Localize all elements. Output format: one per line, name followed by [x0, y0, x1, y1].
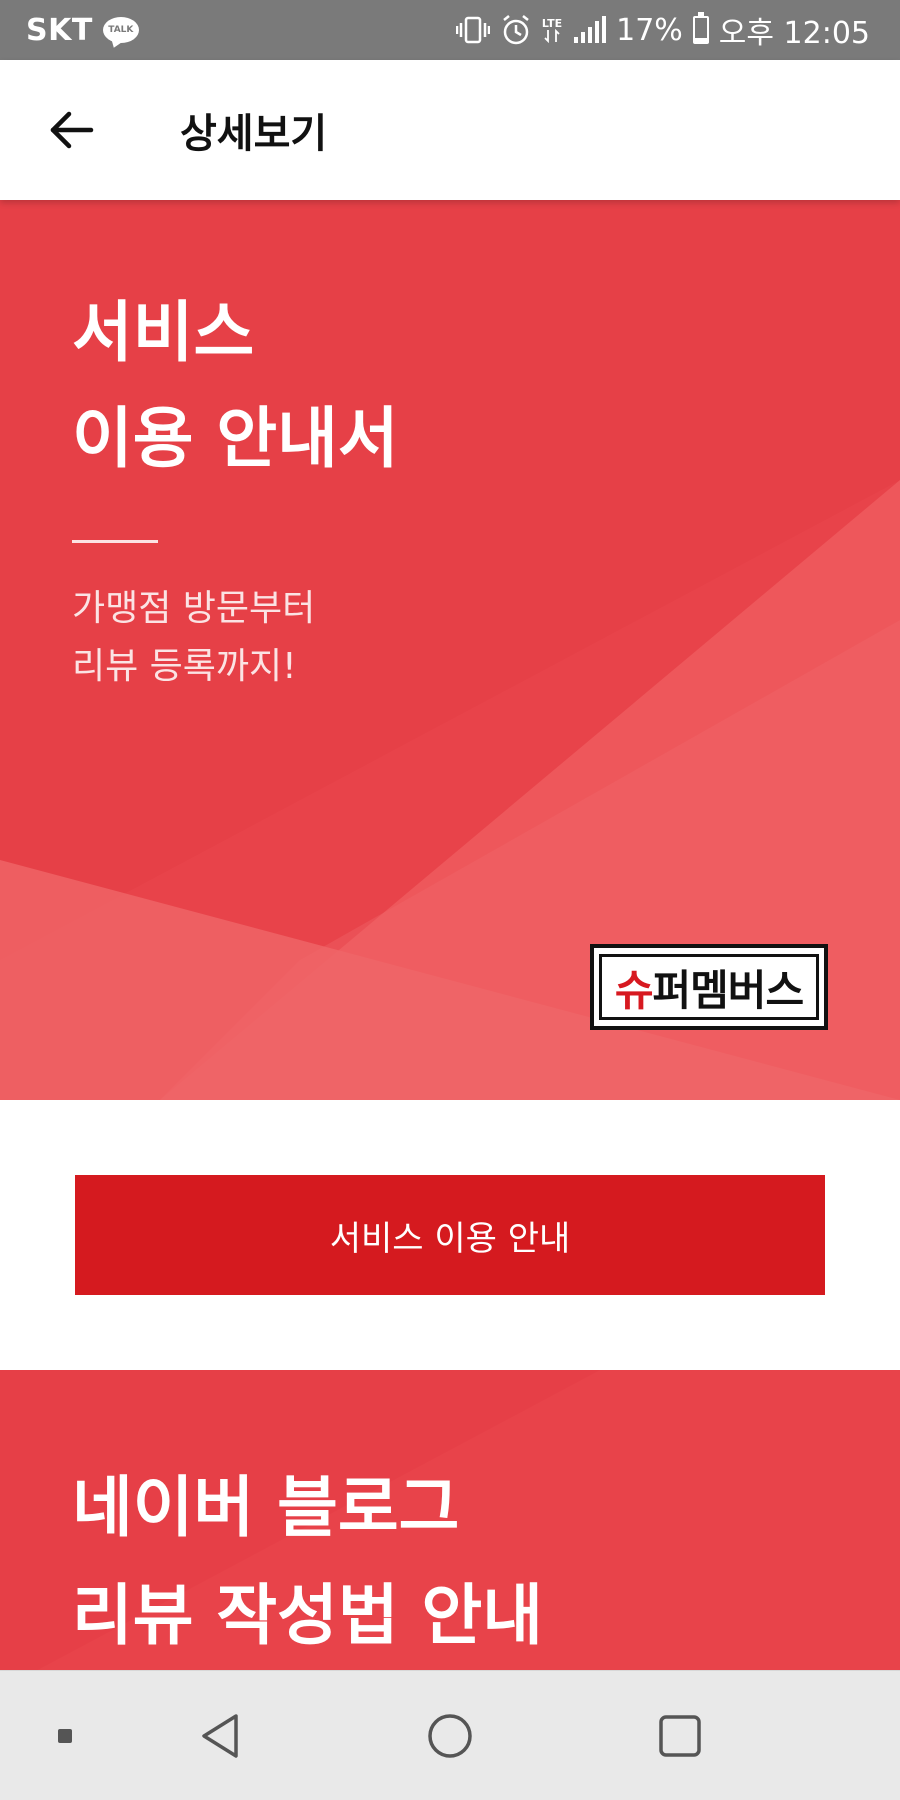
app-bar: 상세보기 — [0, 60, 900, 200]
banner-title-line-2: 이용 안내서 — [72, 400, 399, 477]
carrier-label: SKT — [26, 12, 93, 48]
vibrate-icon — [455, 15, 490, 45]
nav-recents-button[interactable] — [630, 1671, 730, 1800]
alarm-icon — [500, 14, 532, 46]
cta-area: 서비스 이용 안내 — [0, 1100, 900, 1370]
system-navigation-bar — [0, 1670, 900, 1800]
logo-rest-letters: 퍼멤버스 — [652, 965, 805, 1015]
battery-level-fill — [694, 37, 707, 42]
signal-icon — [572, 15, 607, 45]
blog-review-title: 네이버 블로그 리뷰 작성법 안내 — [72, 1454, 543, 1670]
logo-accent-letter: 슈 — [614, 965, 654, 1015]
kakaotalk-icon: TALK — [102, 17, 139, 43]
service-guide-button[interactable]: 서비스 이용 안내 — [75, 1175, 825, 1295]
banner-title: 서비스 이용 안내서 — [72, 280, 399, 492]
banner-subtitle-line-2: 리뷰 등록까지! — [72, 646, 297, 687]
recents-square-icon — [659, 1715, 701, 1757]
battery-icon — [692, 12, 709, 44]
back-triangle-icon — [202, 1714, 238, 1758]
logo-wordmark: 슈 퍼멤버스 — [599, 954, 819, 1020]
battery-outline — [692, 12, 709, 44]
menu-dot-icon — [58, 1729, 72, 1743]
status-bar: SKT TALK LTE 17% 오후 12:05 — [0, 0, 900, 60]
home-circle-icon — [428, 1714, 472, 1758]
talk-badge-label: TALK — [108, 25, 134, 35]
detail-content[interactable]: 서비스 이용 안내서 가맹점 방문부터 리뷰 등록까지! 슈 퍼멤버스 서비스 이… — [0, 200, 900, 1670]
status-right: LTE 17% 오후 12:05 — [455, 8, 870, 52]
battery-percent: 17% — [616, 12, 683, 48]
banner-title-line-1: 서비스 — [72, 294, 255, 371]
arrow-left-icon — [50, 111, 94, 149]
status-time: 오후 12:05 — [718, 16, 870, 51]
nav-home-button[interactable] — [400, 1671, 500, 1800]
blog-review-title-line-1: 네이버 블로그 — [72, 1469, 460, 1546]
menu-dot-button[interactable] — [30, 1671, 100, 1800]
back-button[interactable] — [26, 85, 116, 175]
page-title: 상세보기 — [180, 111, 328, 157]
blog-review-banner: 네이버 블로그 리뷰 작성법 안내 — [0, 1370, 900, 1670]
lte-icon: LTE — [542, 18, 562, 43]
lte-label: LTE — [541, 16, 563, 30]
banner-divider — [72, 540, 158, 543]
nav-back-button[interactable] — [170, 1671, 270, 1800]
service-guide-banner: 서비스 이용 안내서 가맹점 방문부터 리뷰 등록까지! 슈 퍼멤버스 — [0, 200, 900, 1100]
banner-subtitle: 가맹점 방문부터 리뷰 등록까지! — [72, 580, 315, 696]
status-left: SKT TALK — [26, 13, 139, 48]
screen: SKT TALK LTE 17% 오후 12:05 상세보기 서비스 이용 안내… — [0, 0, 900, 1800]
banner-subtitle-line-1: 가맹점 방문부터 — [72, 588, 316, 629]
supermembers-logo: 슈 퍼멤버스 — [590, 944, 828, 1030]
blog-review-title-line-2: 리뷰 작성법 안내 — [72, 1577, 543, 1654]
